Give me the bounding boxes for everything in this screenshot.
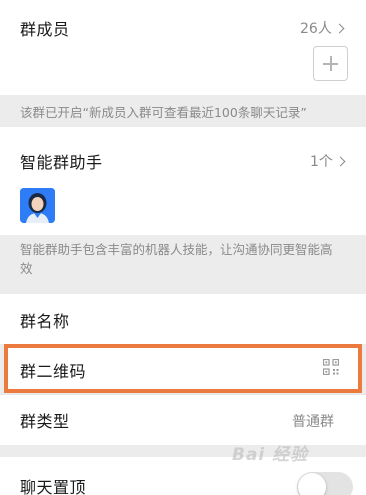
- group-members-section: 群成员 26人: [0, 0, 366, 95]
- group-members-count: 26人: [300, 21, 332, 37]
- group-type-row[interactable]: 群类型 普通群: [0, 395, 366, 445]
- chevron-right-icon: [335, 156, 346, 167]
- assistant-note-line1: 智能群助手包含丰富的机器人技能，让沟通协同更智能高: [20, 242, 333, 257]
- group-type-label: 群类型: [20, 412, 70, 431]
- assistant-title: 智能群助手: [20, 153, 103, 172]
- divider: [0, 394, 366, 395]
- group-settings-page: 群成员 26人 该群已开启“新成员入群可查看最近100条聊天记录” 智能群助手 …: [0, 0, 366, 495]
- assistant-count-link[interactable]: 1个: [310, 151, 346, 171]
- qr-code-icon: [323, 359, 339, 375]
- pin-chat-toggle[interactable]: [297, 472, 353, 495]
- chevron-right-icon: [334, 23, 345, 34]
- group-type-value: 普通群: [292, 414, 334, 430]
- group-name-label: 群名称: [20, 312, 70, 331]
- add-member-button[interactable]: [313, 46, 348, 81]
- group-name-row[interactable]: 群名称: [0, 294, 366, 344]
- assistant-note-band: 智能群助手包含丰富的机器人技能，让沟通协同更智能高 效: [0, 235, 366, 283]
- assistant-note-line2: 效: [20, 261, 33, 276]
- group-qr-row[interactable]: 群二维码: [4, 344, 362, 393]
- group-qr-label: 群二维码: [20, 362, 87, 381]
- pin-chat-label: 聊天置顶: [20, 478, 87, 495]
- history-note-band: 该群已开启“新成员入群可查看最近100条聊天记录”: [0, 95, 366, 127]
- group-members-count-link[interactable]: 26人: [300, 18, 345, 38]
- group-members-title: 群成员: [20, 20, 70, 39]
- assistant-avatar-icon: [20, 188, 55, 223]
- assistant-count: 1个: [310, 154, 333, 170]
- assistant-avatar[interactable]: [20, 188, 55, 223]
- baidu-watermark: Bai 经验: [232, 445, 309, 465]
- history-note: 该群已开启“新成员入群可查看最近100条聊天记录”: [20, 105, 307, 120]
